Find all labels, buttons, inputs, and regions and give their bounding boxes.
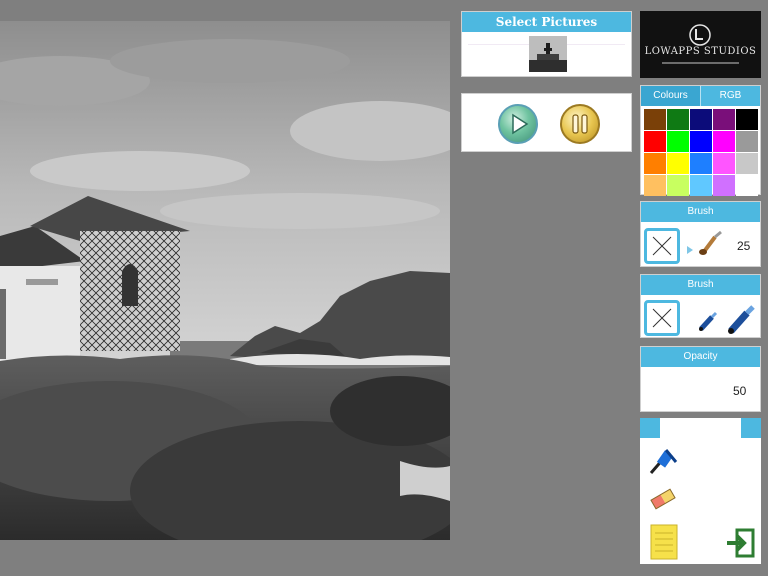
colour-swatch[interactable] <box>713 131 735 152</box>
colour-swatch-grid <box>644 109 758 196</box>
pause-icon <box>572 114 588 134</box>
picture-thumbnail[interactable] <box>529 36 567 72</box>
brush-type-panel: Brush <box>640 274 761 338</box>
colour-swatch[interactable] <box>736 153 758 174</box>
colour-swatch[interactable] <box>736 131 758 152</box>
pen-small-icon[interactable] <box>697 311 719 333</box>
play-button[interactable] <box>498 104 538 144</box>
colour-swatch[interactable] <box>713 109 735 130</box>
cross-icon <box>652 308 672 328</box>
select-pictures-panel: Select Pictures <box>461 11 632 77</box>
colour-swatch[interactable] <box>736 109 758 130</box>
tab-colours[interactable]: Colours <box>641 86 700 106</box>
exit-button[interactable] <box>723 524 759 564</box>
colour-swatch[interactable] <box>667 131 689 152</box>
logo-tagline <box>662 62 739 64</box>
drawing-canvas[interactable] <box>0 21 450 540</box>
logo-mark-icon <box>689 24 711 46</box>
opacity-panel: Opacity 50 <box>640 346 761 412</box>
colour-swatch[interactable] <box>713 153 735 174</box>
colour-swatch[interactable] <box>690 175 712 196</box>
colour-swatch[interactable] <box>690 131 712 152</box>
logo-text: LOWAPPS STUDIOS <box>644 46 757 57</box>
colours-panel: Colours RGB <box>640 85 761 196</box>
pause-button[interactable] <box>560 104 600 144</box>
colour-swatch[interactable] <box>713 175 735 196</box>
brush-size-panel: Brush 25 <box>640 201 761 267</box>
studio-logo: LOWAPPS STUDIOS <box>640 11 761 78</box>
notepad-icon[interactable] <box>650 524 678 560</box>
colour-swatch[interactable] <box>644 153 666 174</box>
opacity-value: 50 <box>733 384 747 398</box>
playback-panel <box>461 93 632 152</box>
colour-swatch[interactable] <box>690 109 712 130</box>
squeegee-clear-icon[interactable] <box>648 446 678 476</box>
tab-rgb[interactable]: RGB <box>700 86 760 106</box>
colour-swatch[interactable] <box>644 109 666 130</box>
select-pictures-title: Select Pictures <box>462 12 631 32</box>
tools-header-right <box>741 418 761 438</box>
brush-size-icon <box>699 230 722 255</box>
brush-size-value: 25 <box>737 239 751 253</box>
colour-swatch[interactable] <box>690 153 712 174</box>
colour-swatch[interactable] <box>736 175 758 196</box>
opacity-title: Opacity <box>641 347 760 367</box>
play-icon <box>512 113 529 135</box>
no-brush-button[interactable] <box>644 228 680 264</box>
colour-swatch[interactable] <box>667 153 689 174</box>
colour-swatch[interactable] <box>667 109 689 130</box>
size-slider-marker-icon[interactable] <box>687 246 695 254</box>
colour-swatch[interactable] <box>667 175 689 196</box>
brush-size-title: Brush <box>641 202 760 222</box>
eraser-icon[interactable] <box>649 486 677 512</box>
brush-type-title: Brush <box>641 275 760 295</box>
no-brush-type-button[interactable] <box>644 300 680 336</box>
colour-swatch[interactable] <box>644 175 666 196</box>
tools-header-left <box>640 418 660 438</box>
cross-icon <box>652 236 672 256</box>
pen-large-icon[interactable] <box>725 305 757 337</box>
exit-icon <box>727 528 755 558</box>
canvas-photo <box>0 21 450 540</box>
colour-swatch[interactable] <box>644 131 666 152</box>
